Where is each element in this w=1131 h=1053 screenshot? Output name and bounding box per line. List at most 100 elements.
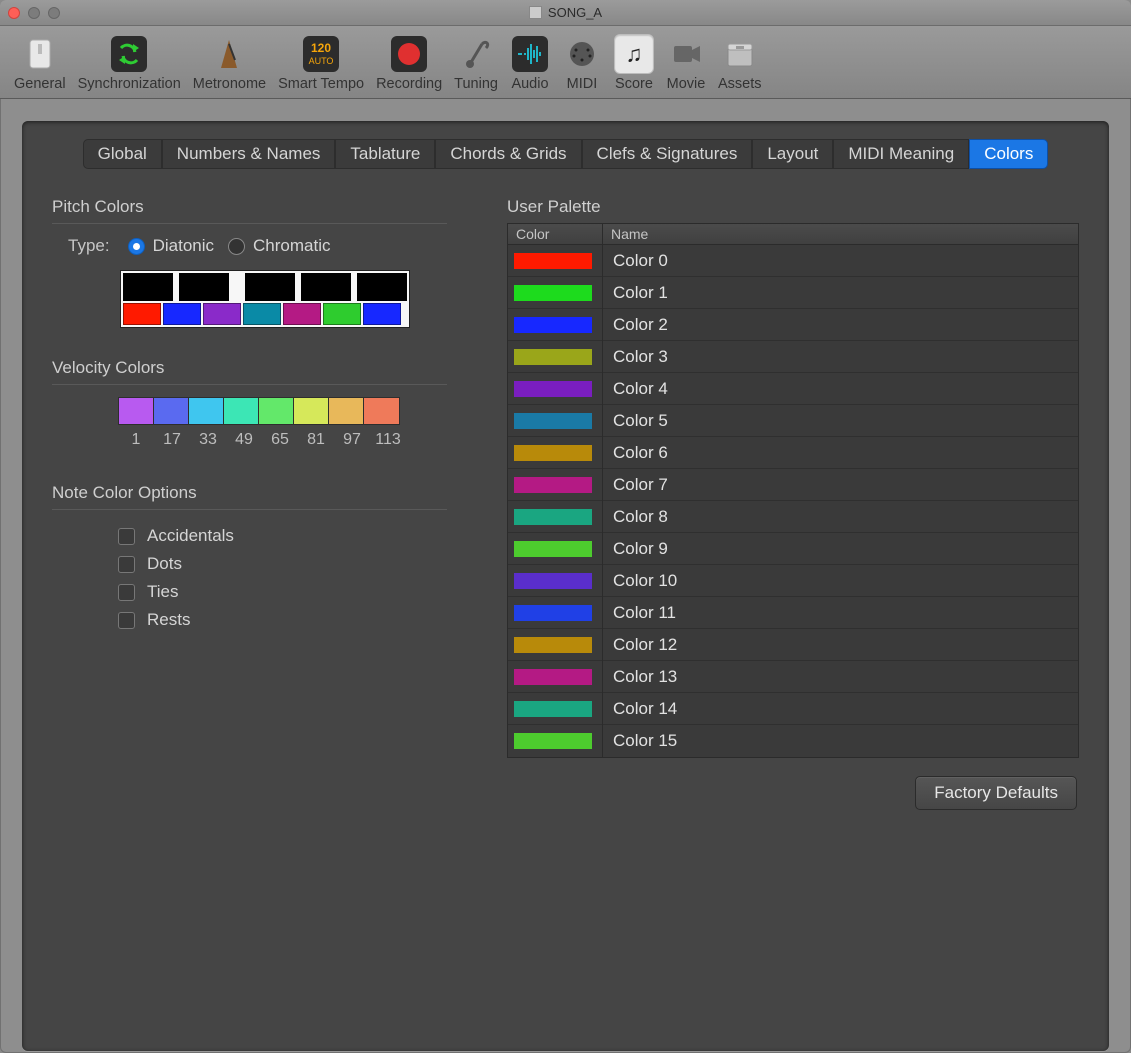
palette-name[interactable]: Color 11 <box>603 603 1078 623</box>
palette-row[interactable]: Color 1 <box>508 277 1078 309</box>
tab-layout[interactable]: Layout <box>752 139 833 169</box>
toolbar-tuning[interactable]: Tuning <box>448 32 504 96</box>
palette-row[interactable]: Color 0 <box>508 245 1078 277</box>
pitch-key-color[interactable] <box>203 303 241 325</box>
toolbar-label: Movie <box>667 76 706 92</box>
velocity-swatch[interactable] <box>154 398 189 424</box>
palette-row[interactable]: Color 6 <box>508 437 1078 469</box>
palette-row[interactable]: Color 15 <box>508 725 1078 757</box>
check-accidentals[interactable]: Accidentals <box>52 522 447 550</box>
check-rests[interactable]: Rests <box>52 606 447 634</box>
palette-row[interactable]: Color 14 <box>508 693 1078 725</box>
pitch-key-color[interactable] <box>363 303 401 325</box>
toolbar-general[interactable]: General <box>8 32 72 96</box>
palette-swatch[interactable] <box>508 597 603 629</box>
palette-row[interactable]: Color 12 <box>508 629 1078 661</box>
velocity-swatch[interactable] <box>224 398 259 424</box>
pitch-key-color[interactable] <box>283 303 321 325</box>
pitch-key-color[interactable] <box>163 303 201 325</box>
pitch-key-color[interactable] <box>123 303 161 325</box>
palette-name[interactable]: Color 10 <box>603 571 1078 591</box>
radio-diatonic-label: Diatonic <box>153 236 214 256</box>
palette-name[interactable]: Color 15 <box>603 731 1078 751</box>
palette-name[interactable]: Color 0 <box>603 251 1078 271</box>
palette-swatch[interactable] <box>508 341 603 373</box>
velocity-swatch[interactable] <box>294 398 329 424</box>
palette-name[interactable]: Color 5 <box>603 411 1078 431</box>
toolbar-assets[interactable]: Assets <box>712 32 768 96</box>
palette-swatch[interactable] <box>508 533 603 565</box>
palette-row[interactable]: Color 2 <box>508 309 1078 341</box>
toolbar-synchronization[interactable]: Synchronization <box>72 32 187 96</box>
palette-swatch[interactable] <box>508 501 603 533</box>
pitch-key-color[interactable] <box>243 303 281 325</box>
factory-defaults-button[interactable]: Factory Defaults <box>915 776 1077 810</box>
palette-swatch[interactable] <box>508 405 603 437</box>
tab-midi-meaning[interactable]: MIDI Meaning <box>833 139 969 169</box>
check-dots[interactable]: Dots <box>52 550 447 578</box>
right-column: User Palette Color Name Color 0Color 1Co… <box>507 197 1079 810</box>
velocity-label: 81 <box>298 431 334 449</box>
palette-row[interactable]: Color 10 <box>508 565 1078 597</box>
palette-row[interactable]: Color 3 <box>508 341 1078 373</box>
palette-row[interactable]: Color 9 <box>508 533 1078 565</box>
tab-numbers-names[interactable]: Numbers & Names <box>162 139 336 169</box>
palette-col-name[interactable]: Name <box>603 224 1078 244</box>
check-ties[interactable]: Ties <box>52 578 447 606</box>
tab-tablature[interactable]: Tablature <box>335 139 435 169</box>
palette-swatch[interactable] <box>508 629 603 661</box>
general-icon <box>20 34 60 74</box>
tab-chords-grids[interactable]: Chords & Grids <box>435 139 581 169</box>
palette-swatch[interactable] <box>508 565 603 597</box>
palette-name[interactable]: Color 2 <box>603 315 1078 335</box>
velocity-label: 65 <box>262 431 298 449</box>
velocity-swatch[interactable] <box>329 398 364 424</box>
palette-name[interactable]: Color 6 <box>603 443 1078 463</box>
palette-swatch[interactable] <box>508 437 603 469</box>
palette-swatch[interactable] <box>508 373 603 405</box>
pitch-key-color[interactable] <box>323 303 361 325</box>
toolbar-audio[interactable]: Audio <box>504 32 556 96</box>
velocity-swatch[interactable] <box>364 398 399 424</box>
pitch-keyboard[interactable] <box>120 270 410 328</box>
palette-swatch[interactable] <box>508 693 603 725</box>
toolbar-movie[interactable]: Movie <box>660 32 712 96</box>
palette-swatch[interactable] <box>508 661 603 693</box>
palette-name[interactable]: Color 4 <box>603 379 1078 399</box>
palette-name[interactable]: Color 12 <box>603 635 1078 655</box>
palette-name[interactable]: Color 14 <box>603 699 1078 719</box>
toolbar-metronome[interactable]: Metronome <box>187 32 272 96</box>
palette-name[interactable]: Color 13 <box>603 667 1078 687</box>
toolbar-smart-tempo[interactable]: 120AUTOSmart Tempo <box>272 32 370 96</box>
tab-colors[interactable]: Colors <box>969 139 1048 169</box>
velocity-swatches[interactable] <box>118 397 400 425</box>
palette-col-color[interactable]: Color <box>508 224 603 244</box>
midi-icon <box>562 34 602 74</box>
palette-swatch[interactable] <box>508 309 603 341</box>
radio-chromatic[interactable]: Chromatic <box>228 236 330 256</box>
palette-row[interactable]: Color 8 <box>508 501 1078 533</box>
palette-swatch[interactable] <box>508 277 603 309</box>
palette-row[interactable]: Color 13 <box>508 661 1078 693</box>
palette-swatch[interactable] <box>508 469 603 501</box>
toolbar-midi[interactable]: MIDI <box>556 32 608 96</box>
palette-row[interactable]: Color 4 <box>508 373 1078 405</box>
palette-name[interactable]: Color 7 <box>603 475 1078 495</box>
tab-global[interactable]: Global <box>83 139 162 169</box>
palette-swatch[interactable] <box>508 245 603 277</box>
palette-row[interactable]: Color 7 <box>508 469 1078 501</box>
velocity-swatch[interactable] <box>189 398 224 424</box>
tab-clefs-signatures[interactable]: Clefs & Signatures <box>582 139 753 169</box>
toolbar-score[interactable]: ♫Score <box>608 32 660 96</box>
palette-swatch[interactable] <box>508 725 603 757</box>
palette-name[interactable]: Color 9 <box>603 539 1078 559</box>
palette-name[interactable]: Color 8 <box>603 507 1078 527</box>
radio-diatonic[interactable]: Diatonic <box>128 236 214 256</box>
palette-name[interactable]: Color 1 <box>603 283 1078 303</box>
velocity-swatch[interactable] <box>259 398 294 424</box>
palette-row[interactable]: Color 11 <box>508 597 1078 629</box>
toolbar-recording[interactable]: Recording <box>370 32 448 96</box>
velocity-swatch[interactable] <box>119 398 154 424</box>
palette-name[interactable]: Color 3 <box>603 347 1078 367</box>
palette-row[interactable]: Color 5 <box>508 405 1078 437</box>
